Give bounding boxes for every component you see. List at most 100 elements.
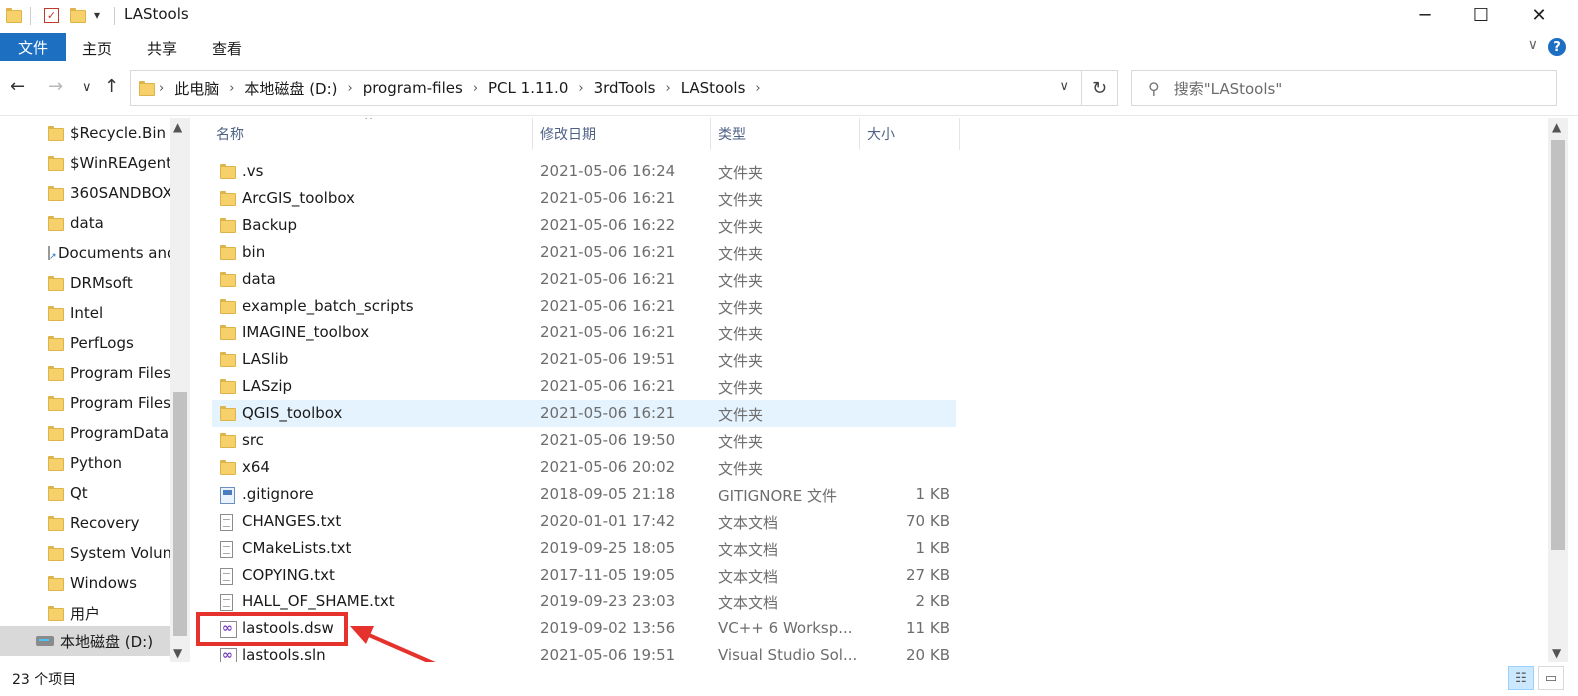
sidebar-item-intel[interactable]: Intel <box>0 298 170 328</box>
new-folder-icon[interactable] <box>70 4 86 26</box>
sidebar-item-qt[interactable]: Qt <box>0 478 170 508</box>
ribbon-expand-chevron-icon[interactable]: ∨ <box>1528 37 1538 53</box>
breadcrumb-3rdtools[interactable]: 3rdTools <box>594 79 656 97</box>
highlight-box <box>196 612 348 646</box>
file-modified-date: 2021-05-06 16:21 <box>540 242 676 261</box>
column-divider[interactable] <box>532 118 533 150</box>
file-row[interactable]: LASzip 2021-05-06 16:21 文件夹 <box>212 373 956 400</box>
breadcrumb-separator[interactable]: › <box>578 81 583 96</box>
column-divider[interactable] <box>959 118 960 150</box>
file-row[interactable]: example_batch_scripts 2021-05-06 16:21 文件夹 <box>212 293 956 320</box>
file-row[interactable]: src 2021-05-06 19:50 文件夹 <box>212 427 956 454</box>
sidebar-item-winreagent[interactable]: $WinREAgent <box>0 148 170 178</box>
sidebar-item-python[interactable]: Python <box>0 448 170 478</box>
sidebar-item-label: Recovery <box>70 514 140 532</box>
breadcrumb-separator[interactable]: › <box>229 81 234 96</box>
file-row[interactable]: CMakeLists.txt 2019-09-25 18:05 文本文档 1 KB <box>212 535 956 562</box>
up-button[interactable]: ↑ <box>104 76 119 97</box>
details-view-button[interactable]: ☷ <box>1508 666 1534 690</box>
sidebar-item-program-files-x86[interactable]: Program Files (x86) <box>0 388 170 418</box>
column-header-type[interactable]: 类型 <box>718 118 746 150</box>
back-button[interactable]: ← <box>10 76 25 97</box>
file-row[interactable]: COPYING.txt 2017-11-05 19:05 文本文档 27 KB <box>212 562 956 589</box>
address-bar[interactable]: › 此电脑 › 本地磁盘 (D:) › program-files › PCL … <box>130 70 1082 106</box>
recent-locations-button[interactable]: ∨ <box>82 80 92 95</box>
breadcrumb-pcl[interactable]: PCL 1.11.0 <box>488 79 568 97</box>
breadcrumb-separator[interactable]: › <box>666 81 671 96</box>
sidebar-item-program-files[interactable]: Program Files <box>0 358 170 388</box>
file-row[interactable]: .gitignore 2018-09-05 21:18 GITIGNORE 文件 1 … <box>212 481 956 508</box>
file-row[interactable]: data 2021-05-06 16:21 文件夹 <box>212 266 956 293</box>
sidebar-item-data[interactable]: data <box>0 208 170 238</box>
tab-file[interactable]: 文件 <box>0 33 66 61</box>
tab-view[interactable]: 查看 <box>212 38 242 59</box>
column-header-name[interactable]: 名称 <box>216 118 244 150</box>
sidebar-item-360sandbox[interactable]: 360SANDBOX <box>0 178 170 208</box>
refresh-button[interactable]: ↻ <box>1082 70 1118 106</box>
tab-share[interactable]: 共享 <box>147 38 177 59</box>
breadcrumb-separator[interactable]: › <box>159 81 164 96</box>
breadcrumb-separator[interactable]: › <box>348 81 353 96</box>
breadcrumb-lastools[interactable]: LAStools <box>681 79 746 97</box>
file-row[interactable]: bin 2021-05-06 16:21 文件夹 <box>212 239 956 266</box>
breadcrumb-drive-d[interactable]: 本地磁盘 (D:) <box>244 78 337 99</box>
file-list-scroll-thumb[interactable] <box>1551 140 1565 550</box>
close-button[interactable]: ✕ <box>1510 0 1568 30</box>
sidebar-item-drive-d[interactable]: 本地磁盘 (D:) <box>0 626 170 656</box>
file-type: 文件夹 <box>718 190 764 209</box>
forward-button[interactable]: → <box>48 76 63 97</box>
maximize-button[interactable]: ☐ <box>1452 0 1510 30</box>
customize-toolbar-icon[interactable]: ▾ <box>94 4 100 26</box>
sidebar-item-windows[interactable]: Windows <box>0 568 170 598</box>
search-input[interactable]: ⚲ 搜索"LAStools" <box>1131 70 1557 106</box>
scroll-up-arrow-icon[interactable]: ▲ <box>173 120 182 134</box>
sidebar-scrollbar[interactable]: ▲ ▼ <box>170 118 190 662</box>
breadcrumb-this-pc[interactable]: 此电脑 <box>174 78 219 99</box>
sidebar-item-users[interactable]: 用户 <box>0 598 170 628</box>
column-divider[interactable] <box>859 118 860 150</box>
file-list-scrollbar[interactable]: ▲ ▼ <box>1548 118 1568 662</box>
file-modified-date: 2021-05-06 19:51 <box>540 646 676 662</box>
file-type: Visual Studio Sol... <box>718 646 858 662</box>
address-dropdown-icon[interactable]: ∨ <box>1059 79 1069 94</box>
sidebar-item-recovery[interactable]: Recovery <box>0 508 170 538</box>
file-row[interactable]: CHANGES.txt 2020-01-01 17:42 文本文档 70 KB <box>212 508 956 535</box>
breadcrumb-program-files[interactable]: program-files <box>363 79 463 97</box>
file-row[interactable]: QGIS_toolbox 2021-05-06 16:21 文件夹 <box>212 400 956 428</box>
sidebar-item-recycle-bin[interactable]: $Recycle.Bin <box>0 118 170 148</box>
folder-icon <box>48 606 64 621</box>
scroll-down-arrow-icon[interactable]: ▼ <box>173 646 182 660</box>
properties-icon[interactable]: ✓ <box>44 4 59 26</box>
sidebar-item-documents-and-settings[interactable]: Documents and Settings <box>0 238 170 268</box>
file-row[interactable]: .vs 2021-05-06 16:24 文件夹 <box>212 158 956 185</box>
sidebar-item-label: ProgramData <box>70 424 170 442</box>
folder-icon <box>48 306 64 321</box>
breadcrumb-separator[interactable]: › <box>755 81 760 96</box>
text-file-icon <box>220 513 233 531</box>
breadcrumb-separator[interactable]: › <box>473 81 478 96</box>
sidebar-item-programdata[interactable]: ProgramData <box>0 418 170 448</box>
sidebar-item-label: PerfLogs <box>70 334 134 352</box>
file-row[interactable]: ArcGIS_toolbox 2021-05-06 16:21 文件夹 <box>212 185 956 212</box>
sidebar-item-perflogs[interactable]: PerfLogs <box>0 328 170 358</box>
sidebar-scroll-thumb[interactable] <box>173 392 187 636</box>
scroll-up-arrow-icon[interactable]: ▲ <box>1552 120 1561 134</box>
file-row[interactable]: Backup 2021-05-06 16:22 文件夹 <box>212 212 956 239</box>
tab-home[interactable]: 主页 <box>82 38 112 59</box>
file-type: 文件夹 <box>718 325 764 344</box>
shortcut-icon <box>48 246 57 262</box>
sidebar-item-system-volume[interactable]: System Volume Information <box>0 538 170 568</box>
column-header-modified[interactable]: 修改日期 <box>540 118 596 150</box>
scroll-down-arrow-icon[interactable]: ▼ <box>1552 646 1561 660</box>
file-type: 文件夹 <box>718 271 764 290</box>
sidebar-item-label: 360SANDBOX <box>70 184 170 202</box>
help-icon[interactable]: ? <box>1548 38 1566 56</box>
file-row[interactable]: IMAGINE_toolbox 2021-05-06 16:21 文件夹 <box>212 319 956 346</box>
file-row[interactable]: LASlib 2021-05-06 19:51 文件夹 <box>212 346 956 373</box>
file-row[interactable]: x64 2021-05-06 20:02 文件夹 <box>212 454 956 481</box>
column-header-size[interactable]: 大小 <box>867 118 895 150</box>
tiles-view-button[interactable]: ▭ <box>1538 666 1564 690</box>
minimize-button[interactable]: ─ <box>1396 0 1454 30</box>
column-divider[interactable] <box>710 118 711 150</box>
sidebar-item-drmsoft[interactable]: DRMsoft <box>0 268 170 298</box>
